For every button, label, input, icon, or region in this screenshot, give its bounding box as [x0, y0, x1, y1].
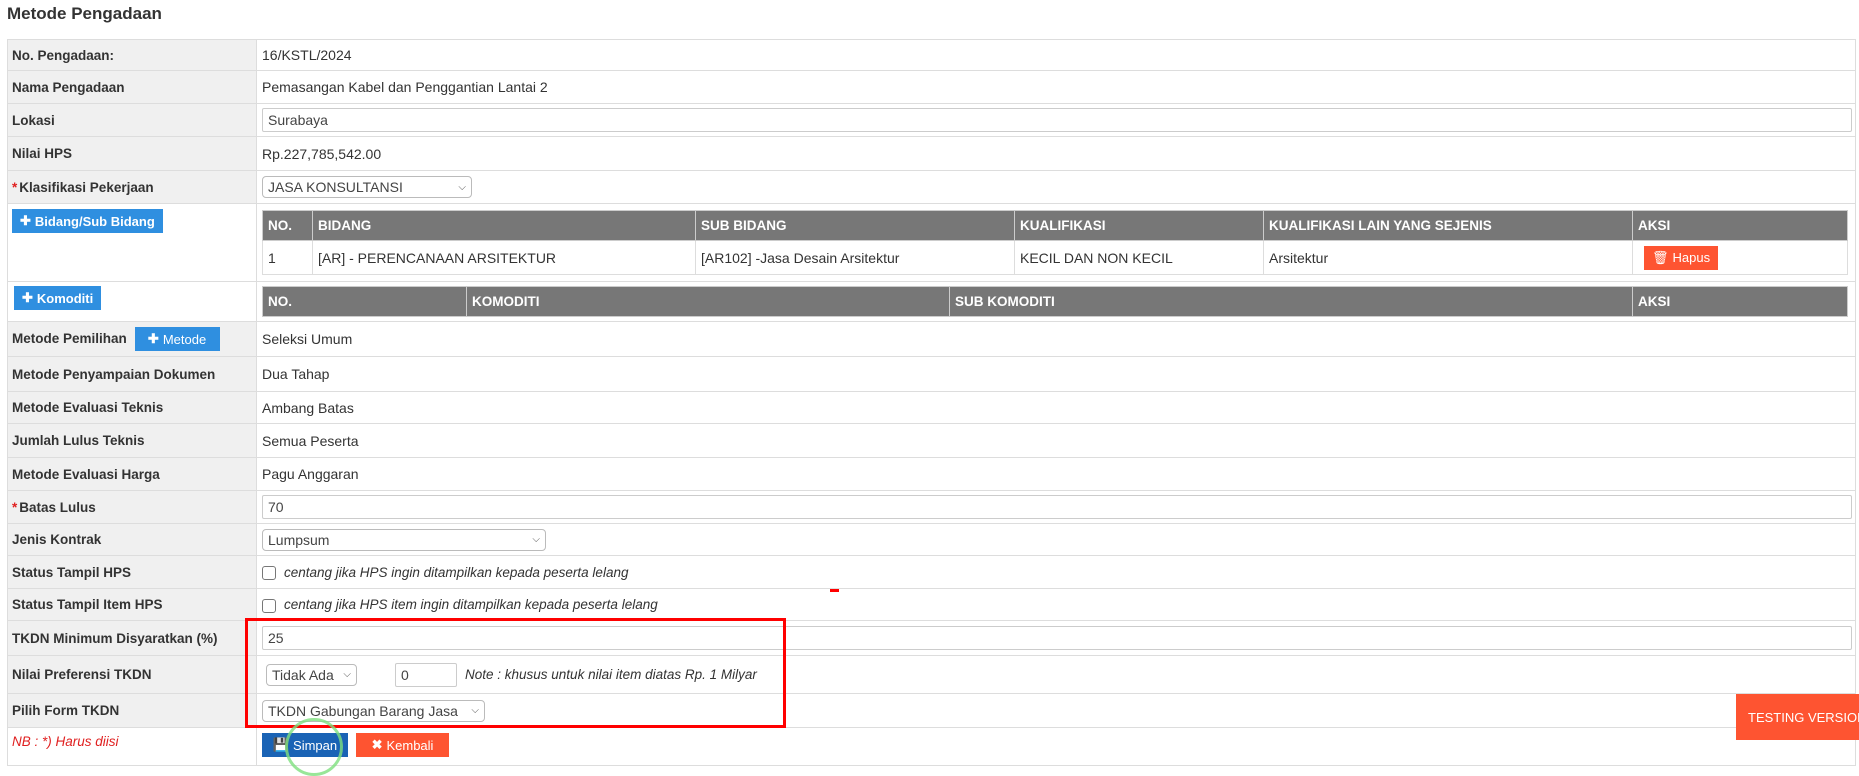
form-tkdn-select[interactable]: TKDN Gabungan Barang Jasa ⌵	[262, 699, 485, 722]
metode-pemilihan-value: Seleksi Umum	[256, 321, 1856, 357]
row-jenis-kontrak: Jenis Kontrak Lumpsum ⌵	[7, 523, 1856, 556]
klasifikasi-select[interactable]: JASA KONSULTANSI ⌵	[262, 176, 472, 198]
label: No. Pengadaan:	[7, 39, 257, 71]
lulus-teknis-value: Semua Peserta	[256, 423, 1856, 458]
trash-icon: 🗑	[1652, 249, 1669, 265]
no-pengadaan-value: 16/KSTL/2024	[256, 39, 1856, 71]
label: TKDN Minimum Disyaratkan (%)	[7, 620, 257, 656]
cell: KECIL DAN NON KECIL	[1014, 240, 1264, 275]
cell: Arsitektur	[1263, 240, 1633, 275]
save-icon: 💾	[272, 737, 290, 752]
row-batas-lulus: * Batas Lulus 70	[7, 490, 1856, 524]
col-header: KOMODITI	[466, 286, 950, 317]
cell: [AR102] -Jasa Desain Arsitektur	[695, 240, 1015, 275]
row-no-pengadaan: No. Pengadaan: 16/KSTL/2024	[7, 39, 1856, 71]
label: Pilih Form TKDN	[7, 693, 257, 728]
row-bidang: ✚ Bidang/Sub Bidang NO. BIDANG SUB BIDANG KU…	[7, 203, 1856, 282]
chevron-down-icon: ⌵	[532, 534, 540, 545]
hapus-button[interactable]: 🗑 Hapus	[1644, 245, 1719, 270]
label: Status Tampil HPS	[7, 555, 257, 589]
add-komoditi-button[interactable]: ✚ Komoditi	[14, 286, 102, 310]
label: Status Tampil Item HPS	[7, 588, 257, 621]
label: Nama Pengadaan	[7, 70, 257, 104]
required-note: NB : *) Harus diisi	[7, 727, 257, 766]
label: Jenis Kontrak	[7, 523, 257, 556]
col-header: KUALIFIKASI LAIN YANG SEJENIS	[1263, 210, 1633, 241]
row-nama: Nama Pengadaan Pemasangan Kabel dan Pengg…	[7, 70, 1856, 104]
label: * Batas Lulus	[7, 490, 257, 524]
batas-lulus-input[interactable]: 70	[262, 495, 1852, 519]
label: Nilai Preferensi TKDN	[7, 655, 257, 694]
nama-value: Pemasangan Kabel dan Penggantian Lantai …	[256, 70, 1856, 104]
tampil-hps-checkbox[interactable]	[262, 566, 276, 581]
chevron-down-icon: ⌵	[343, 669, 351, 680]
col-header: SUB KOMODITI	[949, 286, 1633, 317]
row-tampil-item-hps: Status Tampil Item HPS centang jika HPS i…	[7, 588, 1856, 621]
label: Jumlah Lulus Teknis	[7, 423, 257, 458]
col-header: KUALIFIKASI	[1014, 210, 1264, 241]
add-bidang-button[interactable]: ✚ Bidang/Sub Bidang	[12, 209, 163, 233]
chevron-down-icon: ⌵	[458, 181, 466, 193]
row-footer: NB : *) Harus diisi 💾 Simpan ✖ Kembali	[7, 727, 1856, 766]
row-preferensi: Nilai Preferensi TKDN Tidak Ada ⌵ 0 Note …	[7, 655, 1856, 694]
komoditi-table: NO. KOMODITI SUB KOMODITI AKSI	[262, 286, 1848, 317]
row-tkdn-min: TKDN Minimum Disyaratkan (%) 25	[7, 620, 1856, 656]
row-klasifikasi: * Klasifikasi Pekerjaan JASA KONSULTANSI ⌵	[7, 170, 1856, 204]
label: Metode Evaluasi Teknis	[7, 391, 257, 424]
checkbox-label: centang jika HPS ingin ditampilkan kepad…	[284, 564, 629, 580]
col-header: AKSI	[1632, 286, 1848, 317]
bidang-table: NO. BIDANG SUB BIDANG KUALIFIKASI KUALIFIKAS…	[262, 210, 1848, 275]
row-penyampaian: Metode Penyampaian Dokumen Dua Tahap	[7, 356, 1856, 392]
label: Metode Evaluasi Harga	[7, 457, 257, 491]
lokasi-input[interactable]: Surabaya	[262, 108, 1852, 132]
preferensi-input[interactable]: 0	[395, 662, 457, 687]
preferensi-select[interactable]: Tidak Ada ⌵	[266, 663, 357, 686]
kembali-button[interactable]: ✖ Kembali	[356, 733, 449, 757]
row-evaluasi-harga: Metode Evaluasi Harga Pagu Anggaran	[7, 457, 1856, 491]
penyampaian-value: Dua Tahap	[256, 356, 1856, 392]
checkbox-label: centang jika HPS item ingin ditampilkan …	[284, 597, 658, 613]
label: Nilai HPS	[7, 136, 257, 171]
page-title: Metode Pengadaan	[7, 4, 162, 23]
jenis-kontrak-select[interactable]: Lumpsum ⌵	[262, 528, 546, 551]
col-header: BIDANG	[312, 210, 696, 241]
hps-value: Rp.227,785,542.00	[256, 136, 1856, 171]
col-header: NO.	[262, 210, 313, 241]
col-header: SUB BIDANG	[695, 210, 1015, 241]
col-header: AKSI	[1632, 210, 1848, 241]
row-tampil-hps: Status Tampil HPS centang jika HPS ingin …	[7, 555, 1856, 589]
row-komoditi: ✚ Komoditi NO. KOMODITI SUB KOMODITI AKSI	[7, 281, 1856, 322]
evaluasi-harga-value: Pagu Anggaran	[256, 457, 1856, 491]
simpan-button[interactable]: 💾 Simpan	[262, 733, 348, 757]
table-row: 1 [AR] - PERENCANAAN ARSITEKTUR [AR102] -J…	[262, 240, 1848, 275]
label: Metode Penyampaian Dokumen	[7, 356, 257, 392]
row-lokasi: Lokasi Surabaya	[7, 103, 1856, 137]
add-metode-button[interactable]: ✚ Metode	[134, 327, 220, 351]
row-form-tkdn: Pilih Form TKDN TKDN Gabungan Barang Jasa…	[7, 693, 1856, 728]
form-table: No. Pengadaan: 16/KSTL/2024 Nama Pengadaa…	[7, 39, 1856, 766]
row-evaluasi-teknis: Metode Evaluasi Teknis Ambang Batas	[7, 391, 1856, 424]
tkdn-min-input[interactable]: 25	[262, 626, 1852, 650]
label: Metode Pemilihan ✚ Metode	[7, 321, 257, 357]
evaluasi-teknis-value: Ambang Batas	[256, 391, 1856, 424]
label: Lokasi	[7, 103, 257, 137]
row-lulus-teknis: Jumlah Lulus Teknis Semua Peserta	[7, 423, 1856, 458]
cell: [AR] - PERENCANAAN ARSITEKTUR	[312, 240, 696, 275]
red-mark	[830, 589, 839, 592]
row-metode-pemilihan: Metode Pemilihan ✚ Metode Seleksi Umum	[7, 321, 1856, 357]
preferensi-note: Note : khusus untuk nilai item diatas Rp…	[465, 667, 757, 682]
row-hps: Nilai HPS Rp.227,785,542.00	[7, 136, 1856, 171]
label: * Klasifikasi Pekerjaan	[7, 170, 257, 204]
col-header: NO.	[262, 286, 467, 317]
testing-version-badge: TESTING VERSION	[1736, 694, 1859, 740]
close-icon: ✖	[371, 737, 383, 752]
cell: 1	[262, 240, 313, 275]
tampil-item-hps-checkbox[interactable]	[262, 598, 276, 613]
chevron-down-icon: ⌵	[471, 705, 479, 716]
